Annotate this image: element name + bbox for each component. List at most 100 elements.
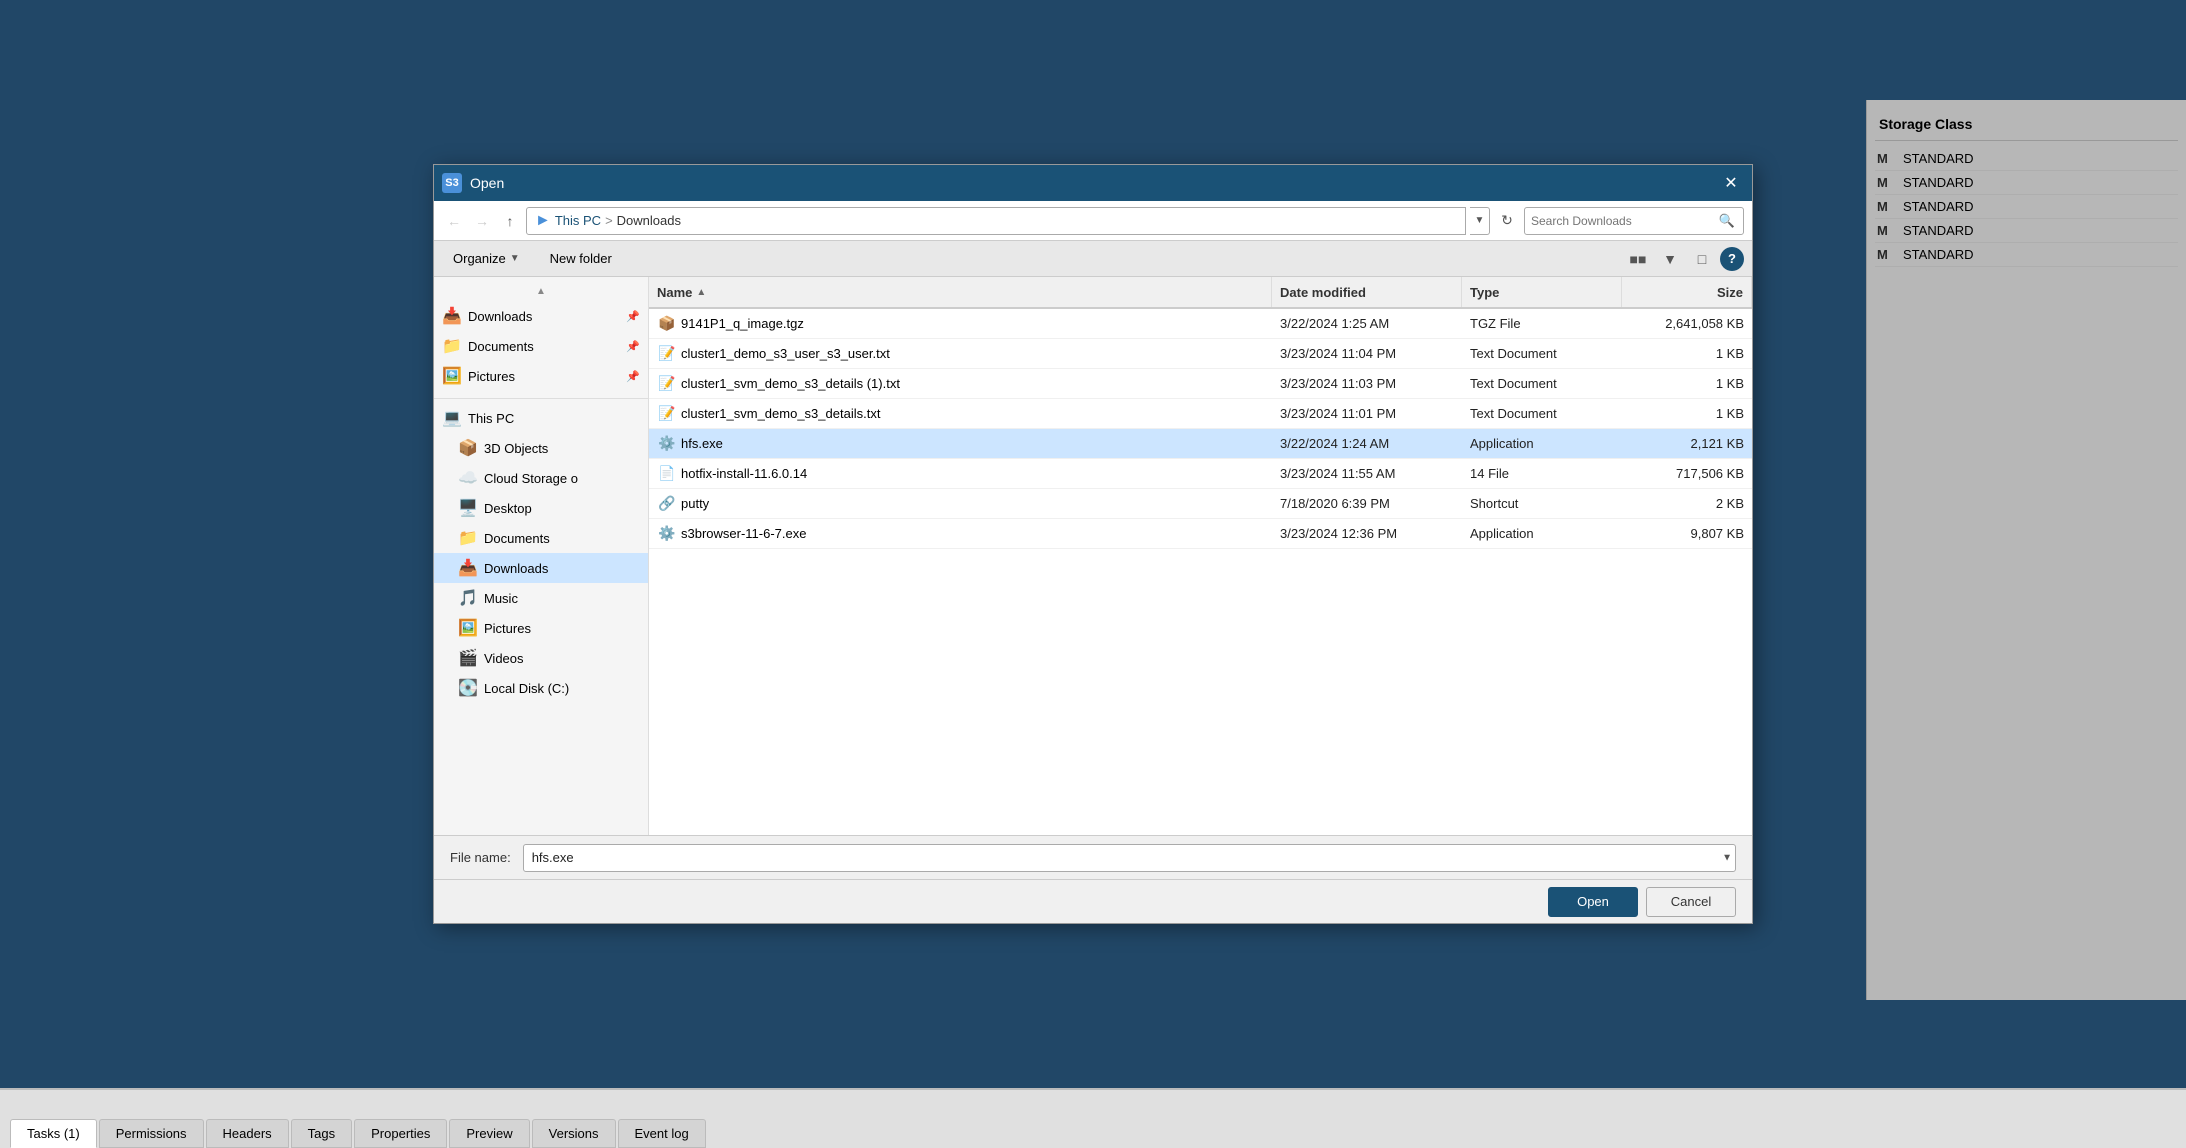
- preview-pane-button[interactable]: □: [1688, 245, 1716, 273]
- file-type-icon: ⚙️: [657, 524, 677, 544]
- help-button[interactable]: ?: [1720, 247, 1744, 271]
- view-details-button[interactable]: ■■: [1624, 245, 1652, 273]
- sidebar-label-pictures-pinned: Pictures: [468, 369, 618, 384]
- action-buttons: Open Cancel: [434, 879, 1752, 923]
- sidebar-icon-downloads: 📥: [458, 558, 478, 578]
- refresh-button[interactable]: ↻: [1494, 208, 1520, 234]
- tab-tags[interactable]: Tags: [291, 1119, 352, 1148]
- table-row[interactable]: 📝 cluster1_svm_demo_s3_details.txt 3/23/…: [649, 399, 1752, 429]
- table-row[interactable]: 📝 cluster1_svm_demo_s3_details (1).txt 3…: [649, 369, 1752, 399]
- sidebar-item-documents-pinned[interactable]: 📁 Documents 📌: [434, 331, 648, 361]
- search-button[interactable]: 🔍: [1717, 211, 1737, 231]
- breadcrumb-this-pc[interactable]: This PC: [555, 213, 601, 228]
- col-header-date[interactable]: Date modified: [1272, 277, 1462, 307]
- sidebar-icon-documents-pinned: 📁: [442, 336, 462, 356]
- tab-permissions[interactable]: Permissions: [99, 1119, 204, 1148]
- file-list-header: Name ▲ Date modified Type Size: [649, 277, 1752, 309]
- filename-label: File name:: [450, 850, 511, 865]
- view-dropdown-button[interactable]: ▼: [1656, 245, 1684, 273]
- filename-input[interactable]: [523, 844, 1736, 872]
- file-type-icon: 📦: [657, 314, 677, 334]
- tab-versions[interactable]: Versions: [532, 1119, 616, 1148]
- dialog-icon: S3: [442, 173, 462, 193]
- nav-arrow-icon: ►: [535, 212, 551, 230]
- sidebar-item-this-pc[interactable]: 💻 This PC: [434, 403, 648, 433]
- sidebar-item-cloud-storage[interactable]: ☁️ Cloud Storage o: [434, 463, 648, 493]
- filename-dropdown-icon[interactable]: ▼: [1722, 852, 1732, 863]
- sidebar-wrapper: ▲ 📥 Downloads 📌 📁 Documents 📌 🖼️ Picture…: [434, 277, 649, 835]
- col-header-name[interactable]: Name ▲: [649, 277, 1272, 307]
- table-row[interactable]: 📦 9141P1_q_image.tgz 3/22/2024 1:25 AM T…: [649, 309, 1752, 339]
- sidebar-label-downloads-pinned: Downloads: [468, 309, 618, 324]
- sidebar-item-downloads[interactable]: 📥 Downloads: [434, 553, 648, 583]
- file-type: 14 File: [1462, 466, 1622, 481]
- tab-event-log[interactable]: Event log: [618, 1119, 706, 1148]
- organize-arrow-icon: ▼: [510, 253, 520, 264]
- table-row[interactable]: 📝 cluster1_demo_s3_user_s3_user.txt 3/23…: [649, 339, 1752, 369]
- breadcrumb-current-folder: Downloads: [617, 213, 681, 228]
- organize-label: Organize: [453, 251, 506, 266]
- file-name: hfs.exe: [681, 436, 723, 451]
- file-size: 1 KB: [1622, 406, 1752, 421]
- file-name: 9141P1_q_image.tgz: [681, 316, 804, 331]
- scroll-up-arrow[interactable]: ▲: [434, 281, 648, 301]
- sidebar-item-pictures2[interactable]: 🖼️ Pictures: [434, 613, 648, 643]
- sidebar-item-desktop[interactable]: 🖥️ Desktop: [434, 493, 648, 523]
- sidebar-item-downloads-pinned[interactable]: 📥 Downloads 📌: [434, 301, 648, 331]
- tab-properties[interactable]: Properties: [354, 1119, 447, 1148]
- search-input[interactable]: [1531, 214, 1713, 228]
- sidebar-icon-videos: 🎬: [458, 648, 478, 668]
- new-folder-button[interactable]: New folder: [539, 246, 623, 271]
- table-row[interactable]: ⚙️ hfs.exe 3/22/2024 1:24 AM Application…: [649, 429, 1752, 459]
- file-date: 3/23/2024 11:01 PM: [1272, 406, 1462, 421]
- up-button[interactable]: ↑: [498, 209, 522, 233]
- file-name-cell: 📝 cluster1_svm_demo_s3_details (1).txt: [649, 374, 1272, 394]
- col-header-type[interactable]: Type: [1462, 277, 1622, 307]
- table-row[interactable]: 📄 hotfix-install-11.6.0.14 3/23/2024 11:…: [649, 459, 1752, 489]
- back-button[interactable]: ←: [442, 209, 466, 233]
- open-dialog: S3 Open ✕ ← → ↑ ► This PC > Downloads ▼ …: [433, 164, 1753, 924]
- file-date: 3/23/2024 11:04 PM: [1272, 346, 1462, 361]
- sidebar-icon-documents2: 📁: [458, 528, 478, 548]
- pin-icon: 📌: [626, 310, 640, 323]
- sidebar-icon-music: 🎵: [458, 588, 478, 608]
- sidebar-item-pictures-pinned[interactable]: 🖼️ Pictures 📌: [434, 361, 648, 391]
- file-type-icon: 📝: [657, 344, 677, 364]
- file-type: Shortcut: [1462, 496, 1622, 511]
- cancel-button[interactable]: Cancel: [1646, 887, 1736, 917]
- forward-button[interactable]: →: [470, 209, 494, 233]
- sort-arrow-icon: ▲: [696, 287, 706, 298]
- file-size: 1 KB: [1622, 376, 1752, 391]
- filename-input-wrapper: ▼: [523, 844, 1736, 872]
- file-type: Text Document: [1462, 376, 1622, 391]
- sidebar-item-videos[interactable]: 🎬 Videos: [434, 643, 648, 673]
- table-row[interactable]: ⚙️ s3browser-11-6-7.exe 3/23/2024 12:36 …: [649, 519, 1752, 549]
- file-date: 3/23/2024 11:03 PM: [1272, 376, 1462, 391]
- close-button[interactable]: ✕: [1718, 170, 1744, 196]
- file-date: 3/23/2024 11:55 AM: [1272, 466, 1462, 481]
- sidebar-item-local-disk[interactable]: 💽 Local Disk (C:): [434, 673, 648, 703]
- organize-button[interactable]: Organize ▼: [442, 246, 531, 271]
- file-date: 3/22/2024 1:24 AM: [1272, 436, 1462, 451]
- sidebar-item-music[interactable]: 🎵 Music: [434, 583, 648, 613]
- file-size: 2,641,058 KB: [1622, 316, 1752, 331]
- tab-headers[interactable]: Headers: [206, 1119, 289, 1148]
- file-name: putty: [681, 496, 709, 511]
- sidebar-item-documents2[interactable]: 📁 Documents: [434, 523, 648, 553]
- sidebar-label-documents2: Documents: [484, 531, 640, 546]
- sidebar-label-cloud-storage: Cloud Storage o: [484, 471, 640, 486]
- open-button[interactable]: Open: [1548, 887, 1638, 917]
- col-header-size[interactable]: Size: [1622, 277, 1752, 307]
- sidebar-label-music: Music: [484, 591, 640, 606]
- sidebar-item-3d-objects[interactable]: 📦 3D Objects: [434, 433, 648, 463]
- file-size: 2,121 KB: [1622, 436, 1752, 451]
- file-date: 3/22/2024 1:25 AM: [1272, 316, 1462, 331]
- sidebar-icon-desktop: 🖥️: [458, 498, 478, 518]
- file-name-cell: 📦 9141P1_q_image.tgz: [649, 314, 1272, 334]
- breadcrumb-dropdown[interactable]: ▼: [1470, 207, 1490, 235]
- tab-tasks[interactable]: Tasks (1): [10, 1119, 97, 1148]
- sidebar-separator: [434, 391, 648, 399]
- sidebar-icon-local-disk: 💽: [458, 678, 478, 698]
- table-row[interactable]: 🔗 putty 7/18/2020 6:39 PM Shortcut 2 KB: [649, 489, 1752, 519]
- tab-preview[interactable]: Preview: [449, 1119, 529, 1148]
